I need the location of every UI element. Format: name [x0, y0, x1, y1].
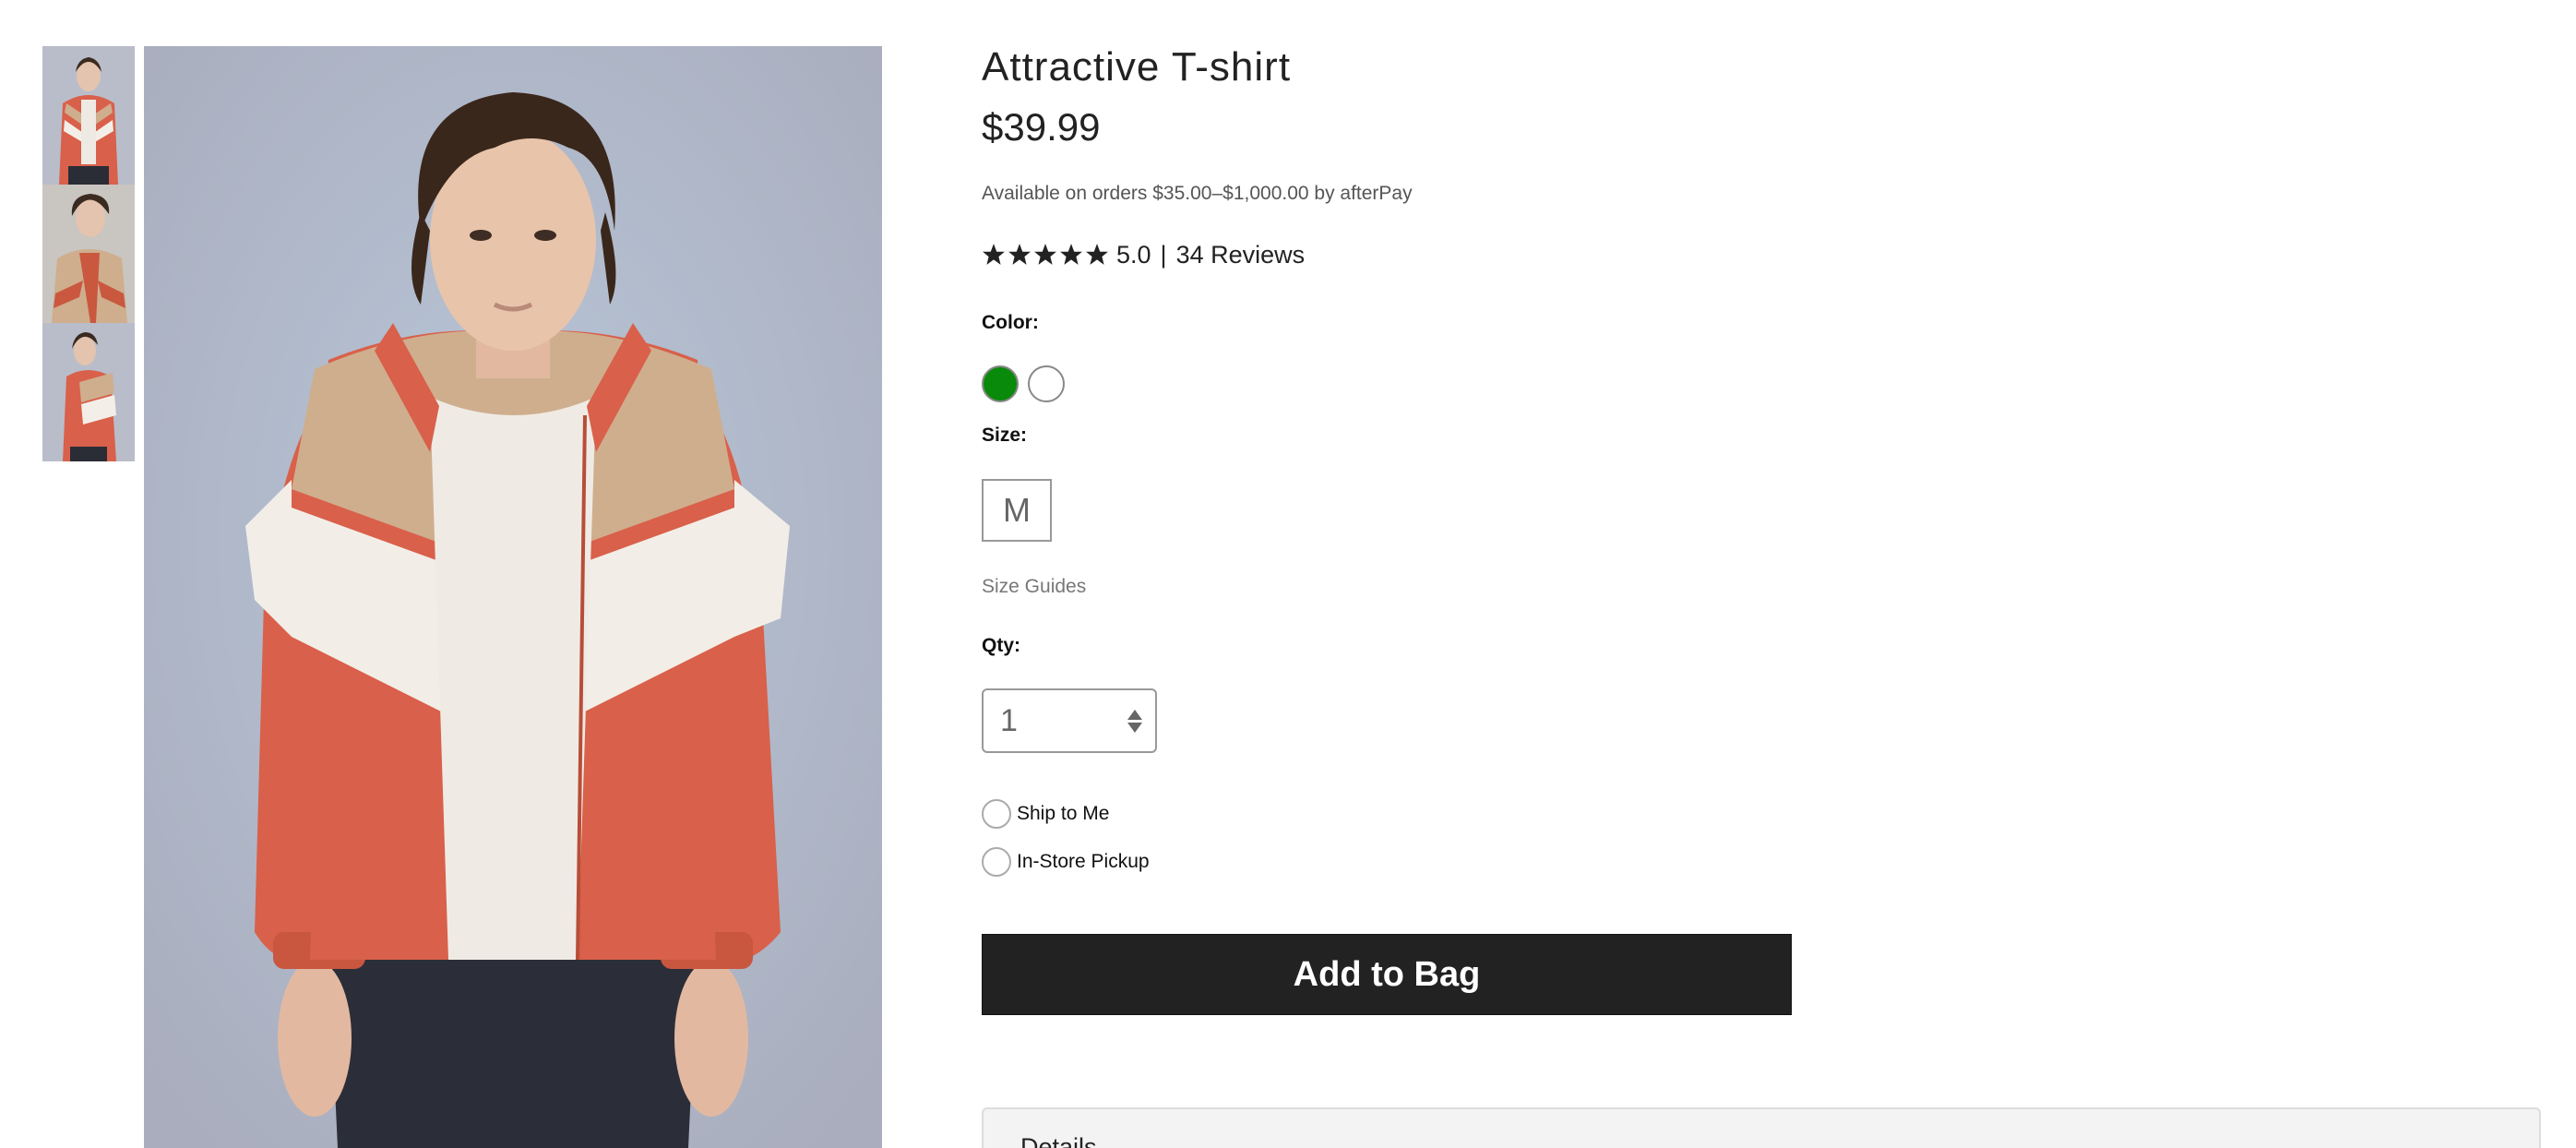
afterpay-note: Available on orders $35.00–$1,000.00 by … — [982, 183, 1413, 204]
qty-label: Qty: — [982, 635, 1020, 656]
in-store-pickup-radio[interactable] — [982, 847, 1011, 877]
size-guides-link[interactable]: Size Guides — [982, 576, 1086, 598]
main-product-image[interactable] — [144, 46, 882, 1148]
quantity-value: 1 — [1000, 702, 1018, 738]
rating-stars — [982, 243, 1111, 267]
quantity-stepper[interactable]: 1 — [982, 688, 1157, 753]
rating-summary: 5.0 | 34 Reviews — [982, 238, 1305, 271]
thumbnail-side[interactable] — [42, 185, 135, 323]
in-store-pickup-option[interactable]: In-Store Pickup — [982, 847, 1150, 877]
thumbnail-back[interactable] — [42, 323, 135, 461]
star-icon — [1008, 244, 1031, 265]
star-icon — [983, 244, 1005, 265]
ship-to-me-label: Ship to Me — [1017, 803, 1110, 824]
color-swatches — [982, 365, 1074, 402]
increment-icon[interactable] — [1127, 709, 1142, 720]
product-page: Attractive T-shirt $39.99 Available on o… — [0, 0, 2576, 1148]
color-label: Color: — [982, 312, 1039, 333]
details-title: Details — [1020, 1133, 1097, 1148]
product-photo — [144, 46, 882, 1148]
star-icon — [1060, 244, 1082, 265]
star-icon — [1086, 244, 1108, 265]
ship-to-me-radio[interactable] — [982, 799, 1011, 829]
decrement-icon[interactable] — [1127, 722, 1142, 733]
add-to-bag-button[interactable]: Add to Bag — [982, 934, 1792, 1015]
color-swatch-green[interactable] — [982, 365, 1019, 402]
star-icon — [1034, 244, 1056, 265]
rating-score: 5.0 — [1116, 240, 1151, 269]
size-label: Size: — [982, 425, 1028, 446]
details-accordion[interactable]: Details — [982, 1107, 2541, 1148]
product-title: Attractive T-shirt — [982, 44, 1292, 90]
in-store-pickup-label: In-Store Pickup — [1017, 851, 1150, 872]
quantity-arrows — [1127, 709, 1142, 733]
color-swatch-white[interactable] — [1028, 365, 1065, 402]
reviews-link[interactable]: 34 Reviews — [1176, 241, 1306, 269]
size-option-m[interactable]: M — [982, 479, 1052, 542]
product-price: $39.99 — [982, 105, 1101, 149]
thumbnail-list — [42, 46, 135, 461]
rating-separator: | — [1160, 240, 1167, 269]
thumbnail-front[interactable] — [42, 46, 135, 185]
ship-to-me-option[interactable]: Ship to Me — [982, 799, 1109, 829]
